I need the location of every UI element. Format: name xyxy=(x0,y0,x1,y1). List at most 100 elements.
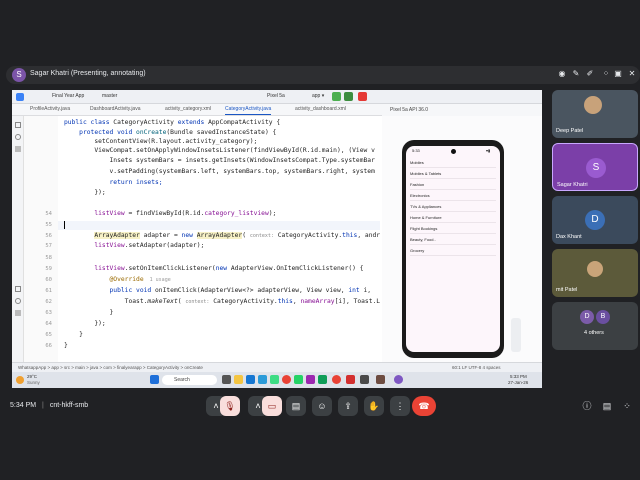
code-line[interactable]: ArrayAdapter adapter = new ArrayAdapter(… xyxy=(64,232,380,239)
project-tool-icon[interactable] xyxy=(15,122,21,128)
stop-icon[interactable] xyxy=(358,92,367,101)
store-icon[interactable] xyxy=(258,375,267,384)
tab-dashboard-activity[interactable]: DashboardActivity.java xyxy=(90,106,141,115)
android-studio-icon[interactable] xyxy=(270,375,279,384)
file-explorer-icon[interactable] xyxy=(234,375,243,384)
meeting-code[interactable]: cnt-hkff-smb xyxy=(50,402,88,409)
vcs-branch[interactable]: master xyxy=(102,93,117,99)
terminal-tool-icon[interactable] xyxy=(15,298,21,304)
list-item[interactable]: Home & Furniture xyxy=(410,212,496,223)
code-line[interactable]: public class CategoryActivity extends Ap… xyxy=(64,119,280,126)
raise-hand-button[interactable]: ✋ xyxy=(364,396,384,416)
meeting-time: 5:34 PM xyxy=(10,402,37,409)
apps-icon[interactable]: ⁘ xyxy=(600,68,612,80)
app-icon[interactable] xyxy=(306,375,315,384)
list-item[interactable]: Mobiles & Tablets xyxy=(410,168,496,179)
present-button[interactable]: ⇪ xyxy=(338,396,358,416)
list-item[interactable]: Grocery xyxy=(410,245,496,256)
chrome-profile-icon[interactable] xyxy=(332,375,341,384)
list-item[interactable]: Electronics xyxy=(410,190,496,201)
participant-avatar: B xyxy=(596,310,610,324)
activities-icon[interactable]: ⁘ xyxy=(620,399,634,413)
code-line[interactable]: protected void onCreate(Bundle savedInst… xyxy=(64,129,276,136)
code-line[interactable]: Insets systemBars = insets.getInsets(Win… xyxy=(64,157,374,164)
participant-tile[interactable]: S Sagar Khatri xyxy=(552,143,638,191)
layout-icon[interactable]: ▣ xyxy=(612,68,624,80)
taskbar-search[interactable]: Search xyxy=(162,375,217,385)
meet-icon[interactable] xyxy=(318,375,327,384)
close-icon[interactable]: ✕ xyxy=(626,68,638,80)
list-item[interactable]: Flight Bookings xyxy=(410,223,496,234)
tab-activity-dashboard[interactable]: activity_dashboard.xml xyxy=(295,106,346,115)
emulator-header[interactable]: Pixel 5a API 36.0 xyxy=(382,104,542,116)
phone-status-icons: ▾▮ xyxy=(486,148,491,153)
app-icon[interactable] xyxy=(394,375,403,384)
taskbar-clock[interactable]: 5:33 PM xyxy=(510,374,527,379)
participant-tile[interactable]: mit Patel xyxy=(552,249,638,297)
code-line[interactable]: listView = findViewById(R.id.category_li… xyxy=(64,210,276,217)
code-line[interactable]: } xyxy=(64,331,83,338)
structure-tool-icon[interactable] xyxy=(15,146,21,152)
tool-window-strip xyxy=(12,116,24,366)
breadcrumb[interactable]: WhatsappApp > app > src > main > java > … xyxy=(18,365,203,370)
info-icon[interactable]: ⓘ xyxy=(580,399,594,413)
ide-status-bar: WhatsappApp > app > src > main > java > … xyxy=(12,362,542,372)
participant-tile[interactable]: D Dax Khant xyxy=(552,196,638,244)
run-tool-icon[interactable] xyxy=(15,286,21,292)
weather-text: Sunny xyxy=(27,380,40,385)
code-line[interactable]: }); xyxy=(64,189,105,196)
code-line[interactable]: }); xyxy=(64,320,105,327)
camera-off-button[interactable]: ▭ xyxy=(262,396,282,416)
record-icon[interactable]: ◉ xyxy=(556,68,568,80)
more-options-button[interactable]: ⋮ xyxy=(390,396,410,416)
mic-off-button[interactable]: 🎙 xyxy=(220,396,240,416)
tab-category-activity[interactable]: CategoryActivity.java xyxy=(225,106,272,115)
tab-profile-activity[interactable]: ProfileActivity.java xyxy=(30,106,70,115)
code-line[interactable]: Toast.makeText( context: CategoryActivit… xyxy=(64,298,380,305)
leave-call-button[interactable]: ☎ xyxy=(412,396,436,416)
participant-avatar: S xyxy=(586,158,606,178)
chat-icon[interactable]: ▤ xyxy=(600,399,614,413)
whatsapp-icon[interactable] xyxy=(294,375,303,384)
code-line[interactable]: listView.setAdapter(adapter); xyxy=(64,242,204,249)
debug-icon[interactable] xyxy=(344,92,353,101)
task-view-icon[interactable] xyxy=(222,375,231,384)
code-line[interactable]: return insets; xyxy=(64,179,162,186)
edge-icon[interactable] xyxy=(246,375,255,384)
captions-button[interactable]: ▤ xyxy=(286,396,306,416)
problems-tool-icon[interactable] xyxy=(15,310,21,316)
commit-tool-icon[interactable] xyxy=(15,134,21,140)
taskbar-date[interactable]: 27-Jan-26 xyxy=(508,380,528,385)
code-line[interactable]: setContentView(R.layout.activity_categor… xyxy=(64,138,257,145)
list-item[interactable]: Fashion xyxy=(410,179,496,190)
code-line[interactable]: } xyxy=(64,342,68,349)
app-icon[interactable] xyxy=(376,375,385,384)
code-line[interactable]: public void onItemClick(AdapterView<?> a… xyxy=(64,287,371,294)
presenter-avatar: S xyxy=(12,68,26,82)
run-config[interactable]: Pixel 5a xyxy=(267,93,285,99)
emulator-zoom-controls[interactable] xyxy=(511,318,521,352)
participant-tile[interactable]: Deep Patel xyxy=(552,90,638,138)
emoji-button[interactable]: ☺ xyxy=(312,396,332,416)
line-number: 54 xyxy=(45,211,52,217)
pen-icon[interactable]: ✐ xyxy=(584,68,596,80)
code-line[interactable]: } xyxy=(64,309,113,316)
module-select[interactable]: app ▾ xyxy=(312,93,324,99)
app-icon[interactable] xyxy=(346,375,355,384)
list-item[interactable]: Mobiles xyxy=(410,157,496,168)
project-label[interactable]: Final Year App xyxy=(52,93,84,99)
list-item[interactable]: TVs & Appliances xyxy=(410,201,496,212)
chrome-icon[interactable] xyxy=(282,375,291,384)
code-line[interactable]: listView.setOnItemClickListener(new Adap… xyxy=(64,265,363,272)
stop-annotate-icon[interactable]: ✎ xyxy=(570,68,582,80)
run-icon[interactable] xyxy=(332,92,341,101)
line-gutter xyxy=(24,116,58,366)
tab-activity-category[interactable]: activity_category.xml xyxy=(165,106,211,115)
list-item[interactable]: Beauty, Food.. xyxy=(410,234,496,245)
code-line[interactable]: ViewCompat.setOnApplyWindowInsetsListene… xyxy=(64,147,375,154)
others-tile[interactable]: D B 4 others xyxy=(552,302,638,350)
code-line[interactable]: v.setPadding(systemBars.left, systemBars… xyxy=(64,168,374,175)
windows-start-icon[interactable] xyxy=(150,375,159,384)
terminal-icon[interactable] xyxy=(360,375,369,384)
code-line[interactable]: @Override 1 usage xyxy=(64,276,171,283)
